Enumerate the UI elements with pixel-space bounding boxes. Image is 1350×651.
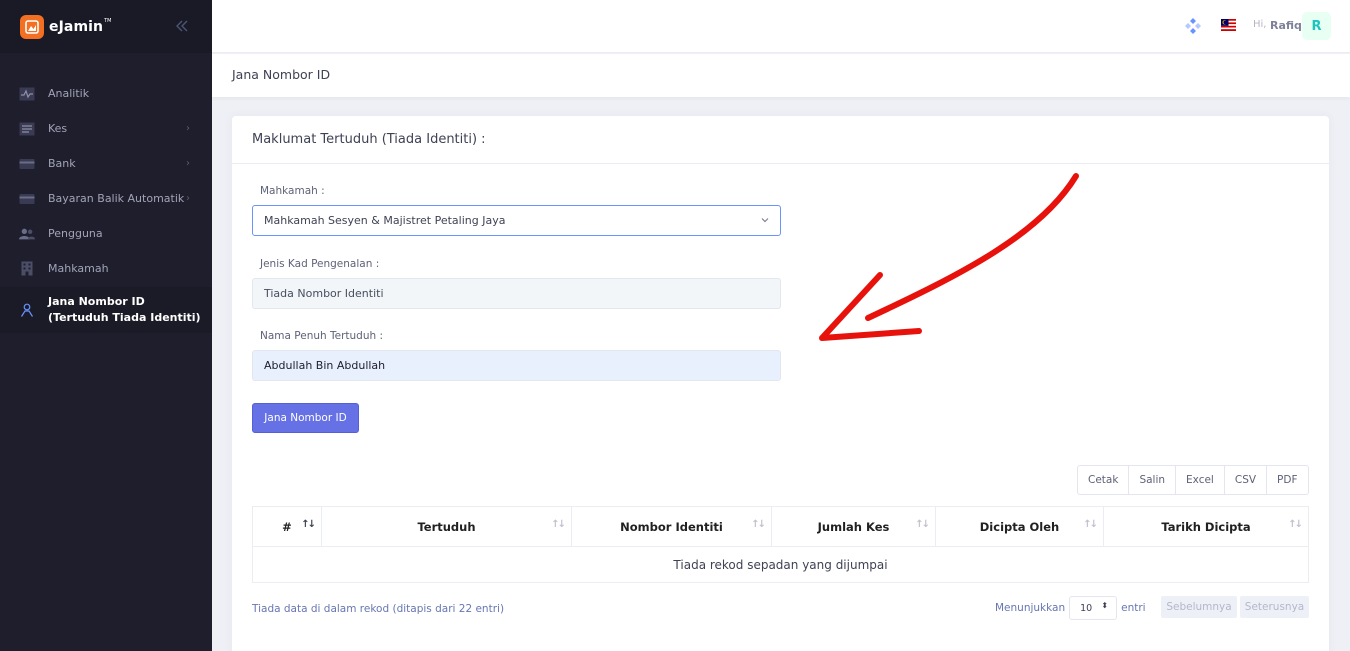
card-title: Maklumat Tertuduh (Tiada Identiti) :	[232, 116, 1329, 164]
column-header-nombor-identiti[interactable]: Nombor Identiti ↑↓	[572, 507, 772, 546]
court-label: Mahkamah :	[260, 185, 325, 197]
column-header-jumlah-kes[interactable]: Jumlah Kes ↑↓	[772, 507, 936, 546]
court-select[interactable]: Mahkamah Sesyen & Majistret Petaling Jay…	[252, 205, 781, 236]
column-header-index[interactable]: # ↑↓	[253, 507, 322, 546]
card-icon	[19, 156, 35, 172]
chevron-right-icon: ›	[186, 193, 190, 204]
id-type-label: Jenis Kad Pengenalan :	[260, 258, 380, 270]
sort-icon: ↑↓	[1083, 519, 1098, 530]
column-header-tarikh-dicipta[interactable]: Tarikh Dicipta ↑↓	[1104, 507, 1308, 546]
id-type-field: Tiada Nombor Identiti	[252, 278, 781, 309]
page-size-select[interactable]: 10 ⬍	[1069, 596, 1118, 620]
next-page-button[interactable]: Seterusnya	[1240, 596, 1309, 618]
table-empty-row: Tiada rekod sepadan yang dijumpai	[673, 557, 888, 572]
column-header-label: Dicipta Oleh	[979, 519, 1060, 534]
sidebar-item-analitik[interactable]: Analitik	[0, 76, 212, 111]
users-icon	[19, 226, 35, 242]
data-table: # ↑↓ Tertuduh ↑↓ Nombor Identiti ↑↓ Juml…	[252, 506, 1309, 583]
entries-label: entri	[1121, 602, 1146, 614]
show-label: Menunjukkan	[995, 602, 1066, 614]
page-size-value: 10	[1080, 602, 1093, 614]
full-name-label: Nama Penuh Tertuduh :	[260, 330, 384, 342]
full-name-input[interactable]: Abdullah Bin Abdullah	[252, 350, 781, 381]
pdf-button[interactable]: PDF	[1267, 466, 1307, 494]
column-header-label: Jumlah Kes	[817, 519, 890, 534]
collapse-sidebar-icon[interactable]	[174, 18, 190, 34]
id-type-value: Tiada Nombor Identiti	[264, 287, 384, 300]
sidebar-item-label: Pengguna	[48, 227, 103, 240]
chevron-right-icon: ›	[186, 158, 190, 169]
page-title: Jana Nombor ID	[232, 67, 331, 82]
export-buttons: Cetak Salin Excel CSV PDF	[1077, 465, 1309, 495]
brand: eJamin TM	[0, 0, 212, 53]
column-header-dicipta-oleh[interactable]: Dicipta Oleh ↑↓	[936, 507, 1104, 546]
sort-icon: ↑↓	[751, 519, 766, 530]
excel-button[interactable]: Excel	[1176, 466, 1225, 494]
apps-icon[interactable]	[1184, 17, 1202, 35]
sidebar-item-pengguna[interactable]: Pengguna	[0, 216, 212, 251]
print-button[interactable]: Cetak	[1078, 466, 1130, 494]
sort-icon: ↑↓	[301, 519, 316, 530]
sidebar-item-jana-nombor-id[interactable]: Jana Nombor ID (Tertuduh Tiada Identiti)	[0, 287, 212, 333]
building-icon	[19, 261, 35, 277]
sidebar-item-mahkamah[interactable]: Mahkamah	[0, 251, 212, 286]
column-header-label: Tarikh Dicipta	[1161, 519, 1251, 534]
table-info: Tiada data di dalam rekod (ditapis dari …	[252, 603, 505, 615]
select-arrows-icon: ⬍	[1101, 601, 1109, 610]
sidebar-item-label: Analitik	[48, 87, 90, 100]
form-card: Maklumat Tertuduh (Tiada Identiti) : Mah…	[232, 116, 1329, 651]
csv-button[interactable]: CSV	[1225, 466, 1268, 494]
column-header-label: #	[282, 519, 292, 534]
malaysia-flag-icon[interactable]	[1221, 19, 1236, 31]
sidebar-item-kes[interactable]: Kes ›	[0, 111, 212, 146]
activity-icon	[19, 86, 35, 102]
ejamin-logo-icon[interactable]	[20, 14, 44, 39]
copy-button[interactable]: Salin	[1129, 466, 1177, 494]
sidebar-item-label: Mahkamah	[48, 262, 109, 275]
sidebar-item-bank[interactable]: Bank ›	[0, 146, 212, 181]
card-icon	[19, 191, 35, 207]
court-select-value: Mahkamah Sesyen & Majistret Petaling Jay…	[264, 214, 506, 227]
list-icon	[19, 121, 35, 137]
brand-name: eJamin	[49, 18, 104, 35]
avatar[interactable]: R	[1302, 12, 1331, 40]
sort-icon: ↑↓	[1288, 519, 1303, 530]
sidebar-item-label: Kes	[48, 122, 68, 135]
sidebar: eJamin TM Analitik Kes › Bank › Bayaran B…	[0, 0, 212, 651]
person-icon	[19, 302, 35, 318]
sidebar-item-label: Bayaran Balik Automatik	[48, 192, 185, 205]
subheader: Jana Nombor ID	[212, 54, 1350, 97]
sidebar-item-label: Jana Nombor ID (Tertuduh Tiada Identiti)	[48, 295, 201, 324]
generate-id-button[interactable]: Jana Nombor ID	[252, 403, 359, 433]
column-header-tertuduh[interactable]: Tertuduh ↑↓	[322, 507, 572, 546]
chevron-down-icon	[760, 215, 770, 228]
user-name[interactable]: Rafiq	[1270, 19, 1302, 32]
greeting-text: Hi,	[1253, 19, 1267, 30]
full-name-value: Abdullah Bin Abdullah	[264, 359, 386, 372]
sidebar-menu: Analitik Kes › Bank › Bayaran Balik Auto…	[0, 76, 212, 333]
top-header: Hi, Rafiq R	[212, 0, 1350, 53]
page-length: Menunjukkan 10 ⬍ entri	[995, 596, 1146, 620]
column-header-label: Tertuduh	[417, 519, 476, 534]
table-header-row: # ↑↓ Tertuduh ↑↓ Nombor Identiti ↑↓ Juml…	[253, 507, 1308, 547]
chevron-right-icon: ›	[186, 123, 190, 134]
sidebar-item-bayaran-balik[interactable]: Bayaran Balik Automatik ›	[0, 181, 212, 216]
sort-icon: ↑↓	[915, 519, 930, 530]
brand-trademark: TM	[104, 17, 112, 24]
column-header-label: Nombor Identiti	[620, 519, 723, 534]
sidebar-item-label: Bank	[48, 157, 76, 170]
sort-icon: ↑↓	[551, 519, 566, 530]
previous-page-button[interactable]: Sebelumnya	[1161, 596, 1237, 618]
pagination: Sebelumnya Seterusnya	[1161, 596, 1309, 618]
